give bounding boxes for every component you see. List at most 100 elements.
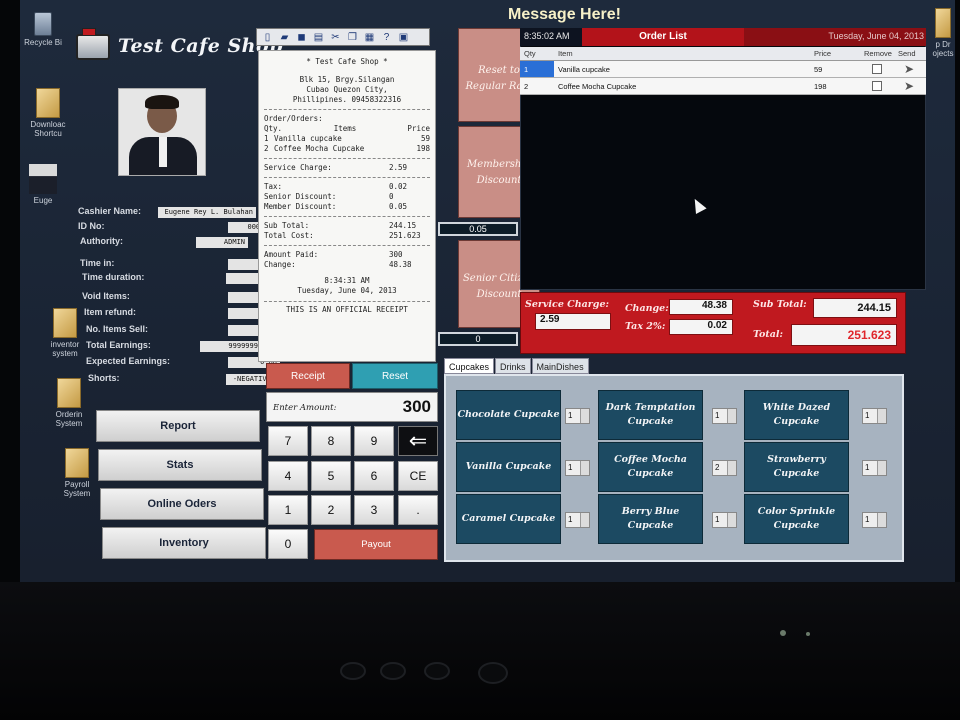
totals-tax-label: Tax 2%: (625, 321, 666, 332)
order-table-row[interactable]: 2 Coffee Mocha Cupcake 198 ➤ (520, 78, 926, 95)
image-icon[interactable]: ▣ (396, 31, 411, 44)
receipt-value: 0.05 (389, 202, 408, 211)
desktop-icon-ordering[interactable]: Orderin System (52, 378, 86, 428)
cashier-field-label: Item refund: (84, 307, 137, 317)
backspace-button[interactable]: ⇐ (398, 426, 438, 456)
quantity-stepper[interactable]: 1 (712, 512, 737, 528)
cashier-field-label: Total Earnings: (86, 340, 151, 350)
desktop-icon-recycle-bin[interactable]: Recycle Bi (24, 12, 62, 47)
desktop-icon-payroll[interactable]: Payroll System (60, 448, 94, 498)
save-icon[interactable]: ◼ (294, 31, 309, 44)
cashier-field-label: Cashier Name: (78, 206, 142, 216)
cashier-field-label: Void Items: (82, 291, 130, 301)
new-icon[interactable]: ▯ (260, 31, 275, 44)
product-name: Vanilla Cupcake (465, 461, 552, 472)
digit-key-6[interactable]: 6 (354, 461, 394, 491)
monitor-bezel (0, 582, 960, 720)
product-tile[interactable]: Dark Temptation Cupcake (598, 390, 703, 440)
folder-icon (57, 378, 81, 408)
product-tile[interactable]: Coffee Mocha Cupcake (598, 442, 703, 492)
product-tile[interactable]: White Dazed Cupcake (744, 390, 849, 440)
quantity-stepper[interactable]: 1 (565, 512, 590, 528)
order-table-column-header: Qty (524, 49, 536, 58)
stats-button[interactable]: Stats (98, 449, 262, 481)
totals-tax-value: 0.02 (669, 319, 733, 335)
order-list-date: Tuesday, June 04, 2013 (828, 31, 924, 41)
digit-key-0[interactable]: 0 (268, 529, 308, 559)
tab-maindishes[interactable]: MainDishes (531, 358, 589, 374)
quantity-stepper[interactable]: 2 (712, 460, 737, 476)
tab-drinks[interactable]: Drinks (495, 358, 531, 374)
payout-button[interactable]: Payout (314, 529, 438, 560)
receipt-line-item: Coffee Mocha Cupcake (274, 144, 365, 153)
digit-key-1[interactable]: 1 (268, 495, 308, 525)
reset-button[interactable]: Reset (352, 363, 438, 389)
cashier-field-label: Time duration: (82, 272, 145, 282)
product-tile[interactable]: Berry Blue Cupcake (598, 494, 703, 544)
amount-input[interactable]: 300 (403, 397, 431, 417)
remove-checkbox-icon[interactable] (872, 81, 882, 91)
digit-key-2[interactable]: 2 (311, 495, 351, 525)
print-icon[interactable]: ▤ (311, 31, 326, 44)
copy-icon[interactable]: ❐ (345, 31, 360, 44)
totals-panel: Service Charge: 2.59 Change: 48.38 Tax 2… (520, 292, 906, 354)
open-icon[interactable]: ▰ (277, 31, 292, 44)
digit-key-8[interactable]: 8 (311, 426, 351, 456)
remove-checkbox-icon[interactable] (872, 64, 882, 74)
cut-icon[interactable]: ✂ (328, 31, 343, 44)
desktop-icon-label: Downloac Shortcu (30, 120, 66, 138)
digit-key-3[interactable]: 3 (354, 495, 394, 525)
quantity-stepper[interactable]: 1 (862, 512, 887, 528)
paste-icon[interactable]: ▦ (362, 31, 377, 44)
paper-plane-icon[interactable]: ➤ (894, 61, 924, 77)
receipt-label: Total Cost: (264, 231, 314, 240)
quantity-stepper[interactable]: 1 (862, 460, 887, 476)
order-row-qty[interactable]: 2 (520, 78, 554, 94)
desktop-icon-downloads[interactable]: Downloac Shortcu (26, 88, 70, 138)
menu-tabs: Cupcakes Drinks MainDishes (444, 358, 589, 374)
paper-plane-icon[interactable]: ➤ (894, 78, 924, 94)
order-table-row[interactable]: 1 Vanilla cupcake 59 ➤ (520, 61, 926, 78)
product-name: Strawberry Cupcake (767, 454, 826, 479)
cashier-field-value: ADMIN (196, 237, 248, 248)
receipt-value: 48.38 (389, 260, 412, 269)
product-tile[interactable]: Vanilla Cupcake (456, 442, 561, 492)
quantity-stepper[interactable]: 1 (565, 408, 590, 424)
receipt-button[interactable]: Receipt (266, 363, 350, 389)
desktop-icon-projects[interactable]: p Dr ojects (932, 8, 954, 58)
product-tile[interactable]: Color Sprinkle Cupcake (744, 494, 849, 544)
product-name: Berry Blue Cupcake (621, 506, 680, 531)
tab-cupcakes[interactable]: Cupcakes (444, 358, 495, 374)
quantity-stepper[interactable]: 1 (862, 408, 887, 424)
receipt-col-price: Price (407, 124, 430, 133)
digit-key-7[interactable]: 7 (268, 426, 308, 456)
order-row-qty[interactable]: 1 (520, 61, 554, 77)
digit-key-9[interactable]: 9 (354, 426, 394, 456)
totals-service-charge-value: 2.59 (535, 313, 611, 330)
desktop-icon-euge[interactable]: Euge (26, 164, 60, 205)
receipt-value: 300 (389, 250, 403, 259)
decimal-key[interactable]: . (398, 495, 438, 525)
order-row-item: Coffee Mocha Cupcake (558, 82, 637, 91)
product-tile[interactable]: Strawberry Cupcake (744, 442, 849, 492)
receipt-subtotal-row: Sub Total: 244.15 (264, 221, 430, 231)
desktop-icon-inventory[interactable]: inventor system (48, 308, 82, 358)
digit-key-4[interactable]: 4 (268, 461, 308, 491)
order-row-remove[interactable] (860, 61, 894, 77)
digit-key-5[interactable]: 5 (311, 461, 351, 491)
clear-entry-key[interactable]: CE (398, 461, 438, 491)
quantity-stepper[interactable]: 1 (712, 408, 737, 424)
product-tile[interactable]: Chocolate Cupcake (456, 390, 561, 440)
receipt-change-row: Change: 48.38 (264, 260, 430, 270)
online-orders-button[interactable]: Online Oders (100, 488, 264, 520)
inventory-button[interactable]: Inventory (102, 527, 266, 559)
report-button[interactable]: Report (96, 410, 260, 442)
order-row-remove[interactable] (860, 78, 894, 94)
desktop-icon-label: Orderin System (55, 410, 83, 428)
product-name: White Dazed Cupcake (762, 402, 831, 427)
help-icon[interactable]: ? (379, 31, 394, 44)
receipt-orders-title: Order/Orders: (264, 114, 323, 123)
product-tile[interactable]: Caramel Cupcake (456, 494, 561, 544)
product-name: Dark Temptation Cupcake (605, 402, 696, 427)
quantity-stepper[interactable]: 1 (565, 460, 590, 476)
